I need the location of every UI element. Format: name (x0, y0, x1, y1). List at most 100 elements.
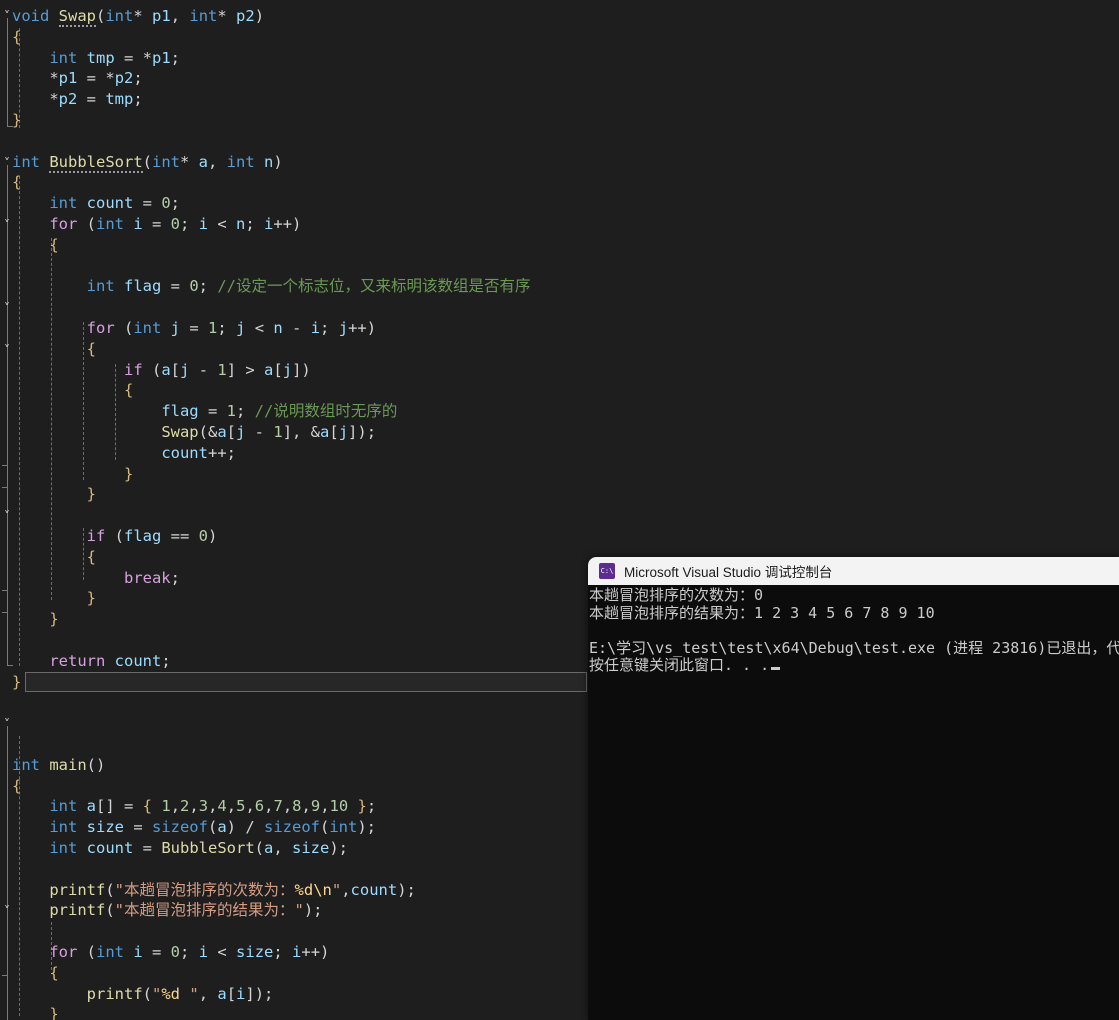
code-line[interactable]: int main() (12, 755, 105, 776)
code-token: = (161, 277, 190, 296)
console-line: 按任意键关闭此窗口. . . (589, 656, 1119, 675)
code-line[interactable]: Swap(&a[j - 1], &a[j]); (12, 422, 376, 443)
code-line[interactable]: if (flag == 0) (12, 526, 218, 547)
fold-chevron-main[interactable]: ˅ (1, 714, 13, 734)
code-line[interactable]: int count = 0; (12, 193, 180, 214)
code-line[interactable]: printf("本趟冒泡排序的结果为："); (12, 900, 323, 921)
code-token: int (49, 194, 87, 213)
collapsed-region-bar[interactable] (25, 672, 587, 692)
code-line[interactable]: { (12, 776, 21, 797)
code-token: 1 (161, 797, 171, 816)
code-line[interactable]: int size = sizeof(a) / sizeof(int); (12, 817, 376, 838)
code-token: ( (207, 818, 218, 837)
code-line[interactable]: printf("本趟冒泡排序的次数为：%d\n",count); (12, 880, 416, 901)
code-line[interactable]: { (12, 547, 96, 568)
code-token: %d (294, 880, 314, 899)
code-token: tmp (86, 48, 115, 67)
code-token: int (329, 818, 358, 837)
code-token: (& (198, 423, 218, 441)
code-line[interactable]: } (12, 484, 96, 505)
code-token: * (105, 69, 115, 88)
code-token: ; (133, 69, 143, 88)
debug-console-window[interactable]: C:\ Microsoft Visual Studio 调试控制台 本趟冒泡排序… (588, 557, 1119, 1020)
code-line[interactable]: } (12, 609, 59, 630)
code-token: = (180, 319, 208, 337)
code-token: i (198, 215, 209, 233)
code-token: () (86, 755, 106, 774)
code-token: [] = (96, 797, 143, 816)
fold-chevron-for-j[interactable]: ˅ (1, 298, 13, 318)
code-token: p1 (58, 69, 78, 88)
code-token: Swap (58, 7, 96, 27)
code-line[interactable]: { (12, 172, 21, 193)
code-token: * (49, 90, 59, 109)
code-token: [ (329, 423, 339, 441)
code-line[interactable]: *p1 = *p2; (12, 68, 143, 89)
code-line[interactable]: for (int i = 0; i < size; i++) (12, 942, 329, 963)
code-token: 0 (189, 277, 199, 296)
code-line[interactable]: int a[] = { 1,2,3,4,5,6,7,8,9,10 }; (12, 796, 376, 817)
code-token: int (226, 152, 265, 171)
code-token: , (170, 7, 190, 25)
code-token: = (133, 839, 162, 857)
code-token: 7 (273, 797, 283, 816)
code-token: count (86, 194, 134, 213)
code-line[interactable]: { (12, 963, 58, 984)
code-line[interactable]: flag = 1; //说明数组时无序的 (12, 401, 397, 422)
code-line[interactable]: } (12, 464, 133, 485)
code-line[interactable]: break; (12, 568, 180, 589)
code-token: main (49, 755, 87, 774)
code-line[interactable]: { (12, 339, 96, 360)
code-line[interactable]: } (12, 1004, 58, 1020)
code-token: a (86, 797, 96, 816)
code-token: } (86, 589, 96, 608)
code-token: * (142, 48, 152, 67)
code-token: if (86, 527, 115, 545)
code-token: 1 (226, 402, 236, 421)
code-token: if (123, 360, 152, 379)
fold-chevron-if-flag[interactable]: ˅ (1, 506, 13, 526)
code-line[interactable]: } (12, 110, 21, 131)
code-line[interactable]: int tmp = *p1; (12, 48, 180, 69)
code-token: ( (105, 880, 115, 899)
code-token: i (133, 943, 143, 961)
code-token: < (208, 215, 237, 233)
console-output[interactable]: 本趟冒泡排序的次数为：0 本趟冒泡排序的结果为：1 2 3 4 5 6 7 8 9… (588, 585, 1119, 675)
code-line[interactable]: *p2 = tmp; (12, 89, 142, 110)
code-line[interactable]: { (12, 235, 58, 256)
code-line[interactable]: } (12, 672, 21, 693)
code-token: } (357, 797, 367, 816)
code-line[interactable]: int count = BubbleSort(a, size); (12, 838, 348, 859)
code-token: , (189, 797, 199, 816)
code-line[interactable]: { (12, 27, 21, 48)
code-token: } (49, 610, 59, 629)
code-line[interactable]: return count; (12, 651, 170, 672)
code-token: = (142, 215, 171, 233)
code-token: ); (303, 901, 323, 920)
code-token: 0 (170, 215, 181, 233)
code-token: int (49, 818, 87, 837)
code-line[interactable]: void Swap(int* p1, int* p2) (12, 6, 264, 27)
code-line[interactable]: int flag = 0; //设定一个标志位，又来标明该数组是否有序 (12, 276, 531, 297)
code-line[interactable]: for (int i = 0; i < n; i++) (12, 214, 301, 235)
code-token: p2 (236, 7, 255, 25)
code-token: ); (397, 880, 416, 899)
fold-tick-4 (2, 612, 8, 613)
code-line[interactable]: { (12, 380, 133, 401)
code-token: sizeof (264, 818, 320, 837)
console-titlebar[interactable]: C:\ Microsoft Visual Studio 调试控制台 (588, 557, 1119, 585)
code-line[interactable]: printf("%d ", a[i]); (12, 984, 274, 1005)
code-line[interactable]: count++; (12, 443, 236, 464)
code-line[interactable]: int BubbleSort(int* a, int n) (12, 152, 283, 173)
code-line[interactable]: if (a[j - 1] > a[j]) (12, 360, 311, 381)
code-line[interactable]: for (int j = 1; j < n - i; j++) (12, 318, 376, 339)
code-line[interactable]: } (12, 588, 96, 609)
